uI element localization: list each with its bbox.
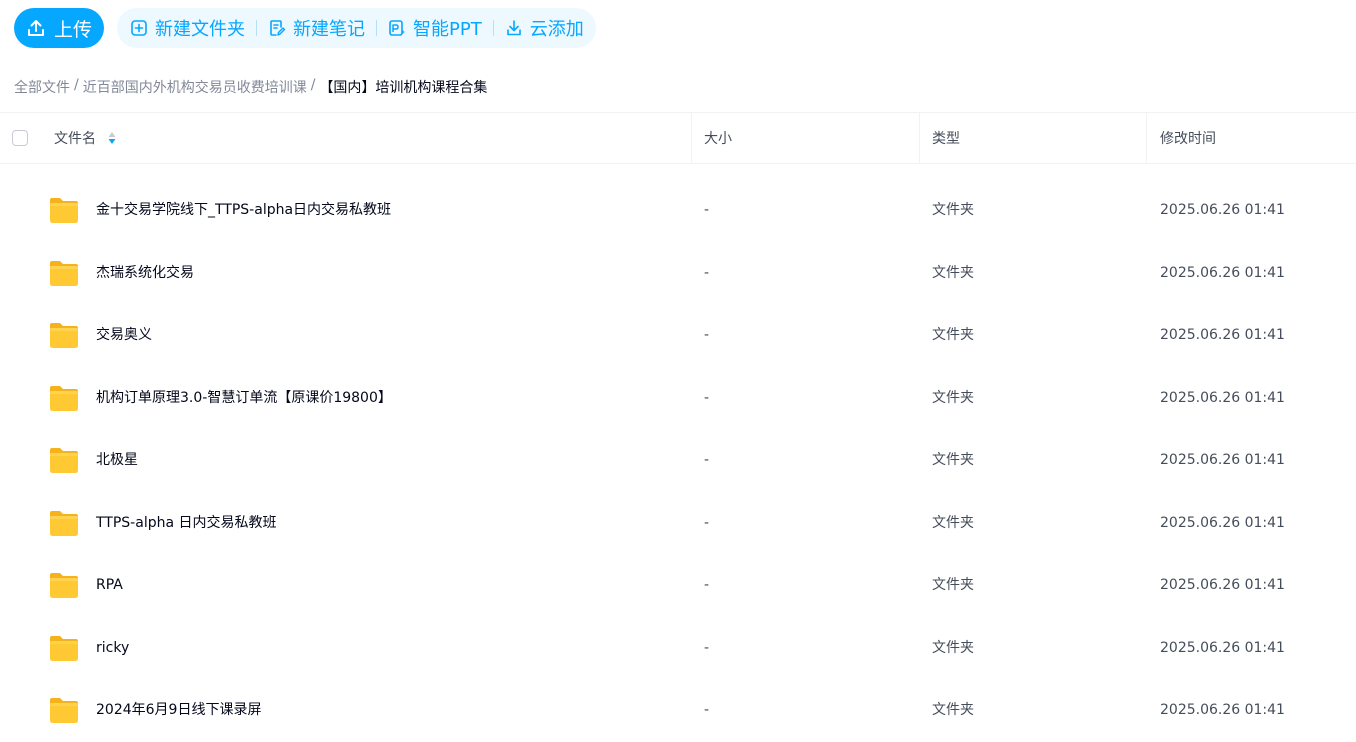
table-row[interactable]: 机构订单原理3.0-智慧订单流【原课价19800】 - 文件夹 2025.06.… <box>0 367 1356 430</box>
file-type: 文件夹 <box>932 514 974 531</box>
new-folder-button[interactable]: 新建文件夹 <box>130 15 245 41</box>
file-size: - <box>704 327 710 343</box>
cloud-add-label: 云添加 <box>529 19 584 40</box>
table-row[interactable]: 杰瑞系统化交易 - 文件夹 2025.06.26 01:41 <box>0 242 1356 305</box>
file-modified-time: 2025.06.26 01:41 <box>1160 702 1285 718</box>
select-all-cell <box>12 113 28 163</box>
table-row[interactable]: TTPS-alpha 日内交易私教班 - 文件夹 2025.06.26 01:4… <box>0 492 1356 555</box>
file-modified-time: 2025.06.26 01:41 <box>1160 639 1285 656</box>
ppt-ai-icon <box>389 20 405 36</box>
file-type: 文件夹 <box>932 202 974 218</box>
file-size: - <box>704 514 710 531</box>
file-size: - <box>704 452 710 468</box>
note-edit-icon <box>270 20 286 36</box>
modified-header-label: 修改时间 <box>1160 131 1216 147</box>
new-note-label: 新建笔记 <box>293 19 365 40</box>
file-type: 文件夹 <box>932 327 974 343</box>
file-modified-time: 2025.06.26 01:41 <box>1160 202 1285 218</box>
folder-icon <box>50 635 78 661</box>
column-divider <box>1146 113 1147 163</box>
column-divider <box>919 113 920 163</box>
file-name[interactable]: 北极星 <box>96 429 138 491</box>
sort-icon <box>108 132 116 144</box>
select-all-checkbox[interactable] <box>12 130 28 146</box>
folder-icon <box>50 698 78 723</box>
file-name[interactable]: 金十交易学院线下_TTPS-alpha日内交易私教班 <box>96 179 391 241</box>
divider <box>492 20 494 36</box>
folder-icon <box>50 385 78 411</box>
smart-ppt-button[interactable]: 智能PPT <box>388 15 482 41</box>
file-size: - <box>704 264 710 281</box>
file-type: 文件夹 <box>932 452 974 468</box>
size-column-header: 大小 <box>704 113 732 163</box>
file-name[interactable]: 2024年6月9日线下课录屏 <box>96 679 261 741</box>
table-row[interactable]: 北极星 - 文件夹 2025.06.26 01:41 <box>0 429 1356 492</box>
file-name[interactable]: 杰瑞系统化交易 <box>96 242 194 304</box>
file-type: 文件夹 <box>932 639 974 656</box>
table-row[interactable]: 金十交易学院线下_TTPS-alpha日内交易私教班 - 文件夹 2025.06… <box>0 179 1356 242</box>
file-type: 文件夹 <box>932 389 974 406</box>
breadcrumb-parent-folder[interactable]: 近百部国内外机构交易员收费培训课 <box>83 77 307 97</box>
table-row[interactable]: RPA - 文件夹 2025.06.26 01:41 <box>0 554 1356 617</box>
name-column-header[interactable]: 文件名 <box>54 113 116 163</box>
folder-icon <box>50 573 78 598</box>
file-size: - <box>704 202 710 218</box>
folder-icon <box>50 510 78 536</box>
file-modified-time: 2025.06.26 01:41 <box>1160 452 1285 468</box>
folder-plus-icon <box>131 20 147 36</box>
table-row[interactable]: ricky - 文件夹 2025.06.26 01:41 <box>0 617 1356 680</box>
file-name[interactable]: 机构订单原理3.0-智慧订单流【原课价19800】 <box>96 367 392 429</box>
file-name[interactable]: RPA <box>96 554 123 616</box>
file-type: 文件夹 <box>932 264 974 281</box>
breadcrumb-separator: / <box>310 77 316 93</box>
breadcrumb-all-files[interactable]: 全部文件 <box>14 77 70 97</box>
folder-icon <box>50 448 78 473</box>
file-type: 文件夹 <box>932 702 974 718</box>
file-modified-time: 2025.06.26 01:41 <box>1160 327 1285 343</box>
column-divider <box>691 113 692 163</box>
file-name[interactable]: 交易奥义 <box>96 304 152 366</box>
file-size: - <box>704 702 710 718</box>
type-header-label: 类型 <box>932 131 960 147</box>
file-name[interactable]: TTPS-alpha 日内交易私教班 <box>96 492 277 554</box>
file-type: 文件夹 <box>932 577 974 593</box>
file-modified-time: 2025.06.26 01:41 <box>1160 514 1285 531</box>
file-modified-time: 2025.06.26 01:41 <box>1160 389 1285 406</box>
folder-icon <box>50 198 78 223</box>
file-size: - <box>704 389 710 406</box>
download-icon <box>506 20 521 36</box>
table-header: 文件名 大小 类型 修改时间 <box>0 112 1356 164</box>
modified-column-header: 修改时间 <box>1160 113 1216 163</box>
name-header-label: 文件名 <box>54 131 96 147</box>
toolbar: 上传 新建文件夹 新建笔记 智能PPT 云添加 <box>14 8 596 48</box>
cloud-add-button[interactable]: 云添加 <box>505 15 584 41</box>
action-group: 新建文件夹 新建笔记 智能PPT 云添加 <box>117 8 596 48</box>
upload-label: 上传 <box>53 18 92 41</box>
type-column-header: 类型 <box>932 113 960 163</box>
table-row[interactable]: 2024年6月9日线下课录屏 - 文件夹 2025.06.26 01:41 <box>0 679 1356 742</box>
divider <box>256 20 257 36</box>
file-name[interactable]: ricky <box>96 617 129 679</box>
breadcrumb-separator: / <box>74 77 79 93</box>
folder-icon <box>50 260 78 286</box>
upload-icon <box>27 20 44 36</box>
new-note-button[interactable]: 新建笔记 <box>268 15 365 41</box>
divider <box>376 20 377 36</box>
size-header-label: 大小 <box>704 131 732 147</box>
file-size: - <box>704 639 710 656</box>
upload-button[interactable]: 上传 <box>14 8 104 48</box>
file-modified-time: 2025.06.26 01:41 <box>1160 264 1285 281</box>
new-folder-label: 新建文件夹 <box>155 19 245 40</box>
breadcrumb: 全部文件 / 近百部国内外机构交易员收费培训课 / 【国内】培训机构课程合集 <box>14 77 487 97</box>
breadcrumb-current-folder: 【国内】培训机构课程合集 <box>319 80 488 96</box>
file-size: - <box>704 577 710 593</box>
file-modified-time: 2025.06.26 01:41 <box>1160 577 1285 593</box>
smart-ppt-label: 智能PPT <box>413 19 482 40</box>
table-row[interactable]: 交易奥义 - 文件夹 2025.06.26 01:41 <box>0 304 1356 367</box>
file-list: 金十交易学院线下_TTPS-alpha日内交易私教班 - 文件夹 2025.06… <box>0 179 1356 742</box>
folder-icon <box>50 323 78 348</box>
